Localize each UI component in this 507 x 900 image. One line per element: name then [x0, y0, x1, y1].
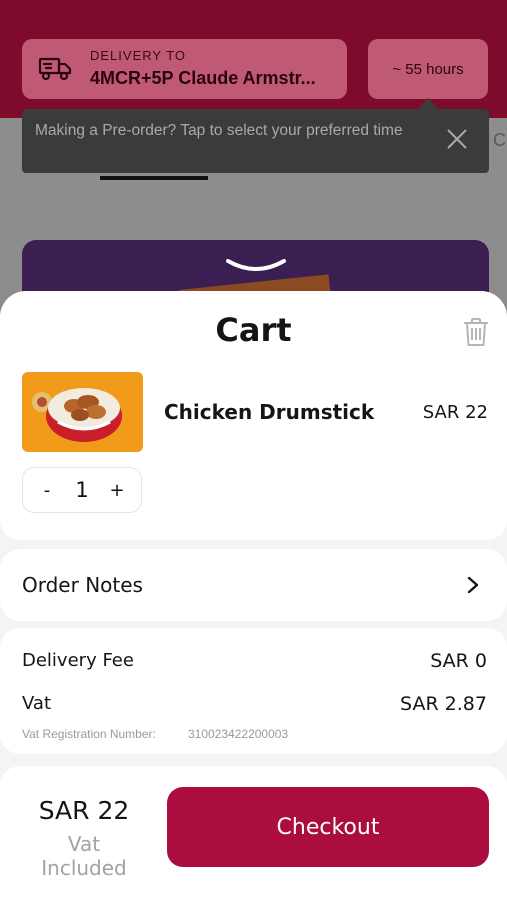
delivery-fee-value: SAR 0 [430, 650, 487, 672]
delivery-label: DELIVERY TO [90, 48, 187, 63]
trash-icon[interactable] [462, 317, 490, 347]
item-price: SAR 22 [422, 402, 488, 423]
cart-items-card: Cart Chicken Drumstick SAR 22 - 1 + [0, 291, 507, 540]
truck-icon [38, 57, 72, 81]
delivery-address: 4MCR+5P Claude Armstr... [90, 68, 316, 88]
vat-label: Vat [22, 693, 52, 714]
cart-sheet: Cart Chicken Drumstick SAR 22 - 1 + Orde… [0, 291, 507, 900]
quantity-stepper: - 1 + [22, 467, 142, 513]
close-icon[interactable] [445, 127, 469, 151]
delivery-time-selector[interactable]: ~ 55 hours [368, 39, 488, 99]
vat-registration-label: Vat Registration Number: [22, 727, 156, 741]
increment-button[interactable]: + [107, 480, 127, 501]
cart-total: SAR 22 [38, 796, 130, 825]
tooltip-arrow [418, 98, 438, 109]
chevron-right-icon [467, 576, 479, 594]
order-notes-row[interactable]: Order Notes [0, 549, 507, 621]
tooltip-text: Making a Pre-order? Tap to select your p… [35, 122, 403, 139]
vat-value: SAR 2.87 [400, 693, 487, 715]
preorder-tooltip[interactable]: Making a Pre-order? Tap to select your p… [22, 109, 489, 173]
delivery-fee-label: Delivery Fee [22, 650, 134, 671]
order-notes-label: Order Notes [22, 573, 143, 597]
quantity-value: 1 [75, 478, 89, 502]
partial-tab-label: C [493, 130, 506, 150]
item-name: Chicken Drumstick [164, 400, 375, 424]
decrement-button[interactable]: - [37, 480, 57, 501]
vat-included-note: Vat Included [41, 832, 127, 880]
delivery-address-selector[interactable]: DELIVERY TO 4MCR+5P Claude Armstr... [22, 39, 347, 99]
cart-title: Cart [215, 311, 292, 349]
item-image [22, 372, 143, 452]
checkout-button[interactable]: Checkout [167, 787, 489, 867]
checkout-bar: SAR 22 Vat Included Checkout [0, 766, 507, 900]
active-tab-indicator [100, 176, 208, 180]
fees-card: Delivery Fee SAR 0 Vat SAR 2.87 Vat Regi… [0, 628, 507, 754]
chevron-down-icon [226, 259, 286, 271]
vat-registration-number: 310023422200003 [188, 727, 289, 741]
